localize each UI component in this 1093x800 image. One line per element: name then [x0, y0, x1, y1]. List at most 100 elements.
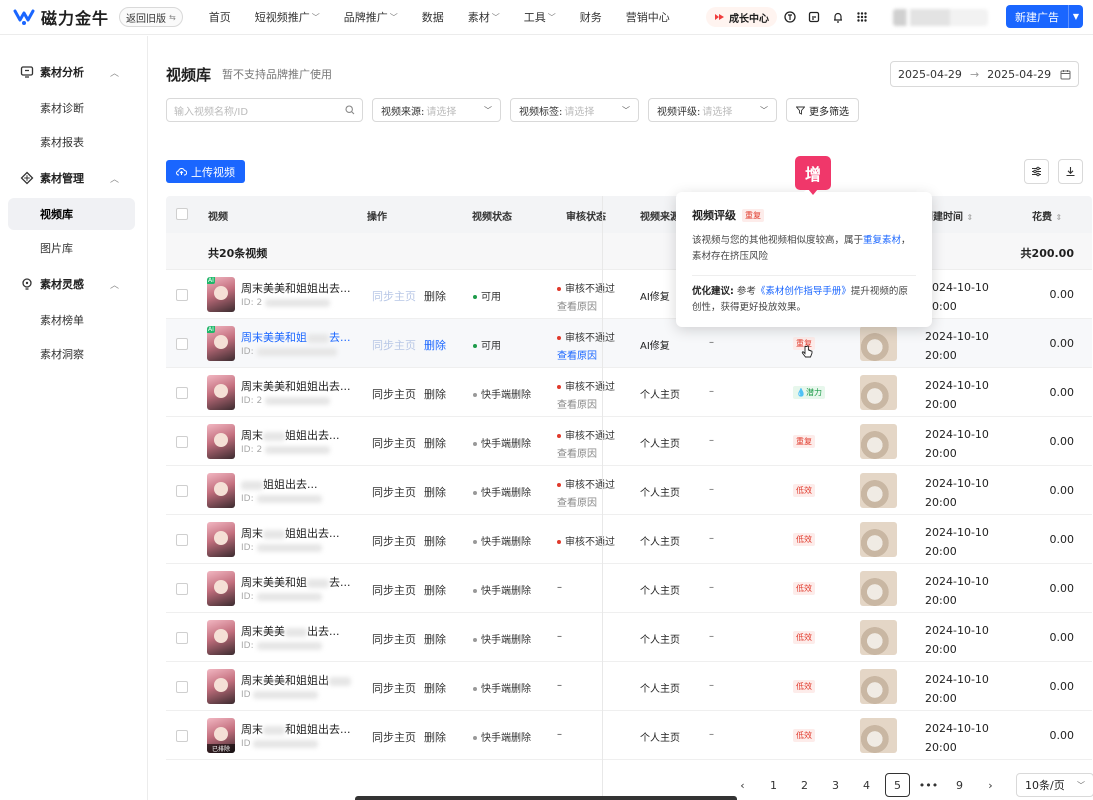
rating-badge[interactable]: 低效	[793, 533, 815, 546]
page-button[interactable]: 4	[851, 773, 882, 797]
user-account[interactable]	[893, 9, 988, 26]
nav-item-5[interactable]: 工具 ﹀	[512, 9, 568, 25]
video-title[interactable]: 周末美美和姐姐出	[241, 672, 351, 688]
nav-item-2[interactable]: 品牌推广 ﹀	[332, 9, 410, 25]
view-reason-link[interactable]: 查看原因	[557, 298, 597, 313]
row-checkbox[interactable]	[176, 387, 188, 399]
sidebar-item-insight[interactable]: 素材洞察	[8, 338, 135, 370]
sync-homepage-button[interactable]: 同步主页	[372, 582, 416, 598]
video-title[interactable]: 周末 姐姐出去...	[241, 525, 340, 541]
video-thumbnail[interactable]: AI	[207, 326, 235, 361]
sync-homepage-button[interactable]: 同步主页	[372, 533, 416, 549]
video-title[interactable]: 周末美美和姐 去...	[241, 574, 351, 590]
table-row[interactable]: AI 周末美美和姐 去... ID: 同步主页 删除 可用 审核不通过 查看原因 AI修复 – 重复…	[166, 319, 1092, 368]
delete-button[interactable]: 删除	[424, 582, 446, 598]
coin-icon[interactable]	[782, 9, 797, 24]
video-title[interactable]: 周末 姐姐出去...	[241, 427, 340, 443]
cover-image[interactable]	[860, 522, 897, 557]
next-page-button[interactable]: ›	[975, 773, 1006, 797]
video-title[interactable]: 周末美美 出去...	[241, 623, 340, 639]
row-checkbox[interactable]	[176, 534, 188, 546]
delete-button[interactable]: 删除	[424, 631, 446, 647]
sync-homepage-button[interactable]: 同步主页	[372, 386, 416, 402]
video-title[interactable]: 周末美美和姐 去...	[241, 329, 351, 345]
video-thumbnail[interactable]	[207, 522, 235, 557]
row-checkbox[interactable]	[176, 730, 188, 742]
back-to-old-button[interactable]: 返回旧版 ⇆	[119, 7, 183, 27]
video-thumbnail[interactable]	[207, 473, 235, 508]
nav-item-0[interactable]: 首页	[197, 9, 243, 25]
guide-manual-link[interactable]: 《素材创作指导手册》	[756, 286, 851, 297]
delete-button[interactable]: 删除	[424, 680, 446, 696]
table-row[interactable]: 已排除 周末 和姐姐出去... ID 同步主页 删除 快手端删除 – 个人主页 – 低效 2024-…	[166, 711, 1092, 760]
page-button[interactable]: 5	[885, 773, 910, 797]
sidebar-group-analysis[interactable]: 素材分析 ︿	[0, 54, 147, 90]
row-checkbox[interactable]	[176, 485, 188, 497]
increase-badge[interactable]: 增	[795, 156, 831, 195]
view-reason-link[interactable]: 查看原因	[557, 347, 597, 362]
row-checkbox[interactable]	[176, 289, 188, 301]
nav-item-4[interactable]: 素材 ﹀	[456, 9, 512, 25]
page-size-select[interactable]: 10条/页 ﹀	[1016, 773, 1093, 797]
table-row[interactable]: 周末 姐姐出去... ID: 2 同步主页 删除 快手端删除 审核不通过 查看原因 个人主页 –…	[166, 417, 1092, 466]
delete-button[interactable]: 删除	[424, 435, 446, 451]
table-row[interactable]: 姐姐出去... ID: 同步主页 删除 快手端删除 审核不通过 查看原因 个人主页 – 低效 20…	[166, 466, 1092, 515]
sync-homepage-button[interactable]: 同步主页	[372, 435, 416, 451]
search-input[interactable]: 输入视频名称/ID	[166, 98, 363, 122]
nav-item-7[interactable]: 营销中心	[614, 9, 682, 25]
cover-image[interactable]	[860, 669, 897, 704]
nav-item-6[interactable]: 财务	[568, 9, 614, 25]
video-title[interactable]: 周末 和姐姐出去...	[241, 721, 351, 737]
video-title[interactable]: 姐姐出去...	[241, 476, 318, 492]
edit-note-icon[interactable]	[806, 9, 821, 24]
video-title[interactable]: 周末美美和姐姐出去...	[241, 378, 351, 394]
row-checkbox[interactable]	[176, 583, 188, 595]
sync-homepage-button[interactable]: 同步主页	[372, 729, 416, 745]
row-checkbox[interactable]	[176, 338, 188, 350]
rating-badge[interactable]: 低效	[793, 729, 815, 742]
delete-button[interactable]: 删除	[424, 386, 446, 402]
sidebar-item-image-library[interactable]: 图片库	[8, 232, 135, 264]
sidebar-item-ranking[interactable]: 素材榜单	[8, 304, 135, 336]
row-checkbox[interactable]	[176, 436, 188, 448]
sidebar-group-inspiration[interactable]: 素材灵感 ︿	[0, 266, 147, 302]
growth-center-button[interactable]: 成长中心	[706, 7, 777, 27]
view-reason-link[interactable]: 查看原因	[557, 494, 597, 509]
cover-image[interactable]	[860, 375, 897, 410]
download-button[interactable]	[1058, 159, 1083, 184]
row-checkbox[interactable]	[176, 632, 188, 644]
video-thumbnail[interactable]	[207, 669, 235, 704]
page-button[interactable]: 9	[944, 773, 975, 797]
sidebar-item-diagnosis[interactable]: 素材诊断	[8, 92, 135, 124]
page-button[interactable]: 2	[789, 773, 820, 797]
rating-badge[interactable]: 低效	[793, 680, 815, 693]
cover-image[interactable]	[860, 326, 897, 361]
video-thumbnail[interactable]	[207, 424, 235, 459]
video-thumbnail[interactable]	[207, 571, 235, 606]
rating-badge[interactable]: 💧潜力	[793, 386, 825, 399]
view-reason-link[interactable]: 查看原因	[557, 396, 597, 411]
rating-badge[interactable]: 低效	[793, 582, 815, 595]
upload-video-button[interactable]: 上传视频	[166, 160, 245, 183]
row-checkbox[interactable]	[176, 681, 188, 693]
table-row[interactable]: AI 周末美美和姐姐出去... ID: 2 同步主页 删除 可用 审核不通过 查看原因 AI修…	[166, 270, 1092, 319]
video-source-select[interactable]: 视频来源: 请选择 ﹀	[372, 98, 501, 122]
video-rating-select[interactable]: 视频评级: 请选择 ﹀	[648, 98, 777, 122]
rating-badge[interactable]: 低效	[793, 631, 815, 644]
cover-image[interactable]	[860, 424, 897, 459]
sidebar-item-video-library[interactable]: 视频库	[8, 198, 135, 230]
rating-badge[interactable]: 重复	[793, 435, 815, 448]
table-row[interactable]: 周末美美和姐姐出去... ID: 2 同步主页 删除 快手端删除 审核不通过 查看原因 个人…	[166, 368, 1092, 417]
prev-page-button[interactable]: ‹	[727, 773, 758, 797]
sync-homepage-button[interactable]: 同步主页	[372, 680, 416, 696]
sync-homepage-button[interactable]: 同步主页	[372, 337, 416, 353]
page-button[interactable]: 3	[820, 773, 851, 797]
logo[interactable]: 磁力金牛	[13, 5, 109, 29]
table-row[interactable]: 周末美美 出去... ID: 同步主页 删除 快手端删除 – 个人主页 – 低效 2024-10-…	[166, 613, 1092, 662]
cover-image[interactable]	[860, 718, 897, 753]
th-cost[interactable]: 花费 ⇕	[1032, 208, 1062, 223]
delete-button[interactable]: 删除	[424, 288, 446, 304]
video-thumbnail[interactable]	[207, 375, 235, 410]
more-filters-button[interactable]: 更多筛选	[786, 98, 859, 122]
sync-homepage-button[interactable]: 同步主页	[372, 484, 416, 500]
